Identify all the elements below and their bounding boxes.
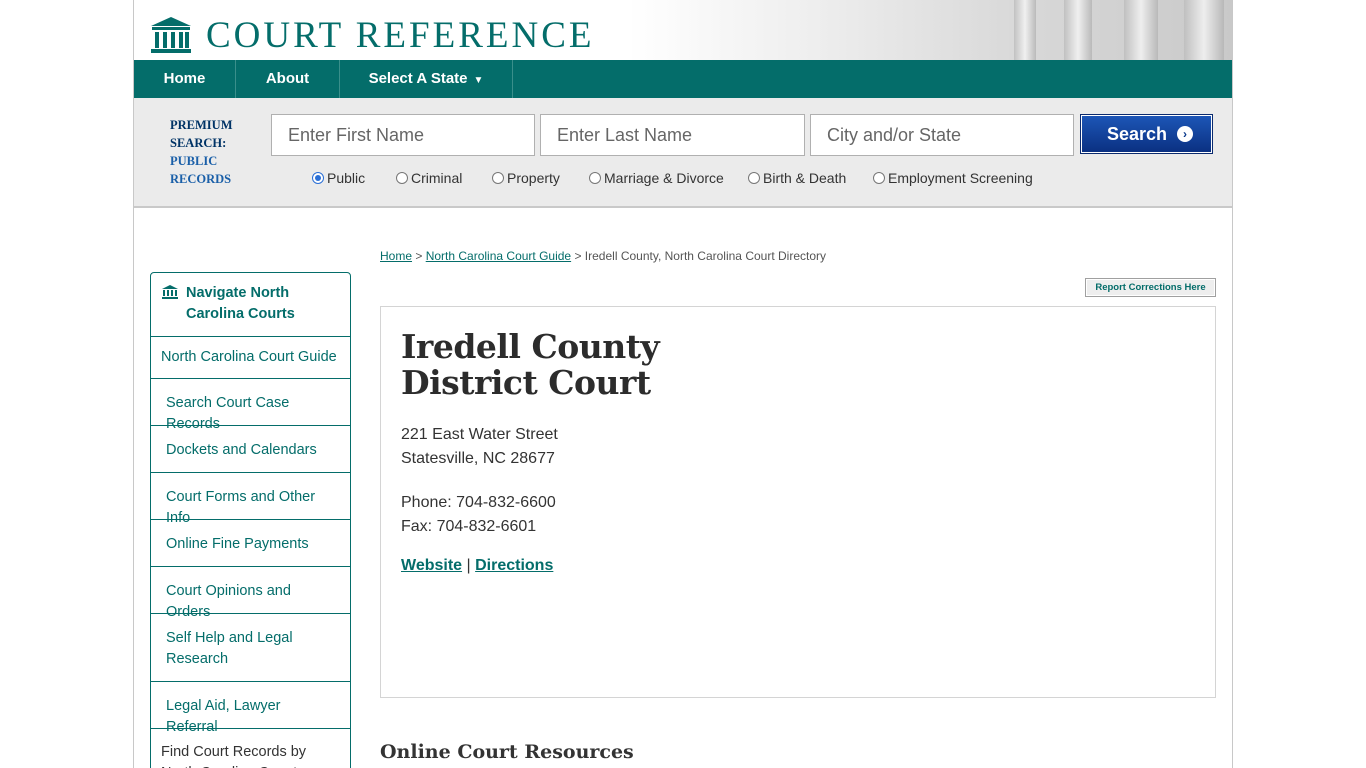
courthouse-logo-icon[interactable]	[150, 16, 192, 54]
premium-search-label: PREMIUM SEARCH: PUBLIC RECORDS	[170, 116, 233, 188]
sidebar-heading: Navigate North Carolina Courts	[151, 273, 350, 337]
address-line: 221 East Water Street	[401, 426, 558, 443]
sidebar-heading-text: Navigate North Carolina Courts	[186, 285, 295, 322]
sidebar-item-opinions[interactable]: Court Opinions and Orders	[151, 567, 350, 620]
premium-label-line: PREMIUM	[170, 118, 233, 132]
radio-public[interactable]: Public	[312, 170, 365, 186]
court-links: Website | Directions	[401, 557, 553, 575]
radio-label: Public	[327, 170, 366, 186]
breadcrumb-current: Iredell County, North Carolina Court Dir…	[584, 249, 826, 263]
courthouse-icon	[162, 285, 178, 299]
breadcrumb: Home > North Carolina Court Guide > Ired…	[380, 249, 826, 263]
sidebar-item-case-records[interactable]: Search Court Case Records	[151, 379, 350, 432]
breadcrumb-separator: >	[412, 249, 426, 263]
radio-dot	[312, 172, 324, 184]
page-container: COURT REFERENCE Home About Select A Stat…	[133, 0, 1233, 768]
breadcrumb-guide-link[interactable]: North Carolina Court Guide	[426, 249, 571, 263]
court-address: 221 East Water Street Statesville, NC 28…	[401, 423, 558, 471]
website-link[interactable]: Website	[401, 557, 462, 574]
sidebar-item-self-help[interactable]: Self Help and Legal Research	[151, 614, 350, 682]
phone-number: Phone: 704-832-6600	[401, 494, 556, 511]
online-resources-heading: Online Court Resources	[380, 741, 634, 763]
main-content: Home > North Carolina Court Guide > Ired…	[380, 0, 1220, 768]
sidebar-item-label: Dockets and Calendars	[166, 442, 317, 458]
sidebar-item-label: Find Court Records by North Carolina Cou…	[161, 744, 307, 768]
court-info-card: Iredell County District Court 221 East W…	[380, 306, 1216, 698]
title-line: District Court	[401, 363, 651, 402]
nav-about[interactable]: About	[236, 60, 340, 98]
page-title: Iredell County District Court	[401, 327, 660, 402]
sidebar-item-legal-aid[interactable]: Legal Aid, Lawyer Referral	[151, 682, 350, 735]
nav-home-label: Home	[163, 70, 206, 87]
directions-link[interactable]: Directions	[475, 557, 553, 574]
sidebar-item-court-forms[interactable]: Court Forms and Other Info	[151, 473, 350, 526]
sidebar-item-label: Self Help and Legal Research	[166, 630, 293, 667]
breadcrumb-home-link[interactable]: Home	[380, 249, 412, 263]
court-navigation-sidebar: Navigate North Carolina Courts North Car…	[150, 272, 351, 768]
address-line: Statesville, NC 28677	[401, 450, 555, 467]
breadcrumb-separator: >	[571, 249, 585, 263]
title-line: Iredell County	[401, 327, 660, 366]
fax-number: Fax: 704-832-6601	[401, 518, 537, 535]
nav-home[interactable]: Home	[134, 60, 236, 98]
link-separator: |	[462, 557, 476, 574]
sidebar-item-label: North Carolina Court Guide	[161, 349, 337, 365]
sidebar-item-court-guide[interactable]: North Carolina Court Guide	[151, 337, 350, 379]
sidebar-item-label: Online Fine Payments	[166, 536, 309, 552]
premium-label-line: SEARCH:	[170, 136, 227, 150]
report-corrections-button[interactable]: Report Corrections Here	[1085, 278, 1216, 297]
nav-about-label: About	[265, 70, 310, 87]
premium-label-line: RECORDS	[170, 172, 232, 186]
court-contact: Phone: 704-832-6600 Fax: 704-832-6601	[401, 491, 556, 539]
premium-label-line: PUBLIC	[170, 154, 218, 168]
